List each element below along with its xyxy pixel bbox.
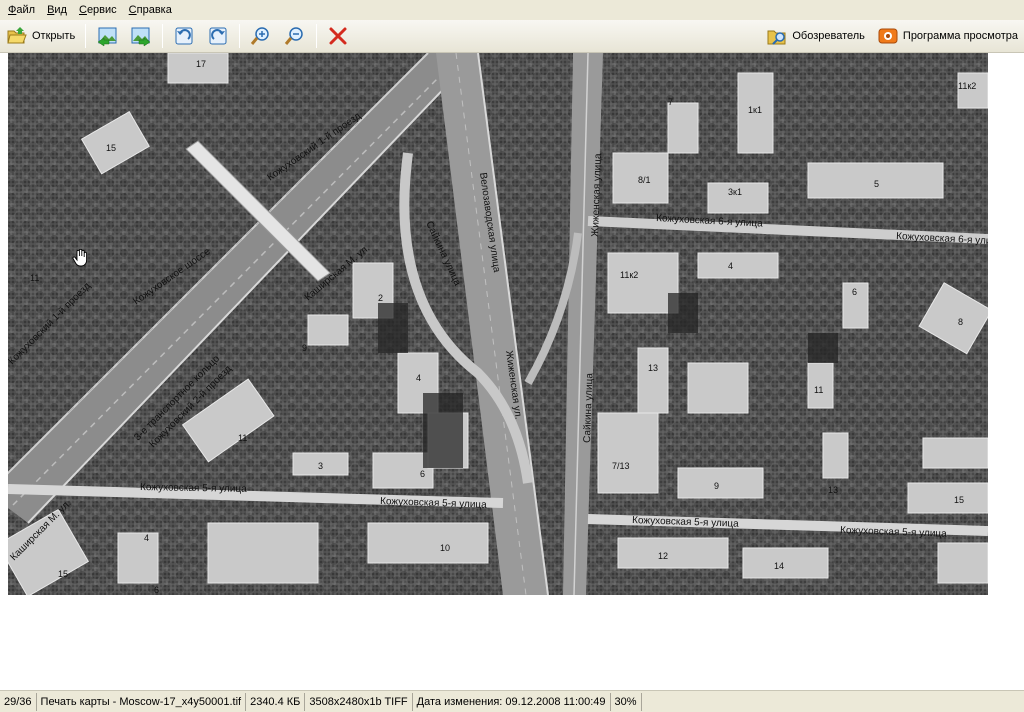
house-number: 1к1 [748, 105, 762, 115]
house-number: 3 [318, 461, 323, 471]
house-number: 7 [668, 97, 673, 107]
house-number: 11 [238, 433, 247, 443]
image-viewer[interactable]: Кожуховский 1-й проезд Кожуховское шоссе… [0, 53, 1024, 690]
house-number: 11 [814, 385, 823, 395]
house-number: 14 [774, 561, 784, 571]
zoom-in-icon [251, 27, 269, 45]
house-number: 6 [420, 469, 425, 479]
house-number: 2 [378, 293, 383, 303]
status-file-size: 2340.4 КБ [246, 692, 306, 711]
viewer-program-icon [878, 28, 898, 44]
menu-bar: Файл Вид Сервис Справка [0, 0, 1024, 20]
map-image[interactable]: Кожуховский 1-й проезд Кожуховское шоссе… [8, 53, 988, 595]
menu-view[interactable]: Вид [41, 0, 73, 20]
zoom-in-button[interactable] [246, 22, 276, 50]
house-number: 9 [714, 481, 719, 491]
menu-file[interactable]: Файл [2, 0, 41, 20]
house-number: 15 [106, 143, 116, 153]
menu-help[interactable]: Справка [123, 0, 178, 20]
open-label: Открыть [32, 30, 76, 42]
toolbar-separator [239, 24, 241, 48]
previous-image-icon [97, 27, 117, 47]
rotate-right-button[interactable] [203, 22, 233, 50]
viewer-program-button[interactable]: Программа просмотра [873, 22, 1022, 50]
delete-button[interactable] [323, 22, 353, 50]
house-number: 10 [440, 543, 450, 553]
menu-service[interactable]: Сервис [73, 0, 123, 20]
zoom-out-button[interactable] [280, 22, 310, 50]
house-number: 7/13 [612, 461, 630, 471]
status-file-name: Печать карты - Moscow-17_x4y50001.tif [37, 692, 247, 711]
rotate-left-button[interactable] [169, 22, 199, 50]
house-number: 13 [648, 363, 658, 373]
open-button[interactable]: Открыть [2, 22, 79, 50]
map-label: Кожуховская 5-я улица [140, 482, 247, 495]
previous-image-button[interactable] [92, 22, 122, 50]
house-number: 8/1 [638, 175, 651, 185]
house-number: 6 [852, 287, 857, 297]
house-number: 12 [658, 551, 668, 561]
status-modified-date: Дата изменения: 09.12.2008 11:00:49 [413, 692, 611, 711]
house-number: 9 [302, 343, 307, 353]
house-number: 11к2 [958, 81, 976, 91]
delete-icon [329, 27, 347, 45]
status-zoom-level: 30% [611, 692, 642, 711]
status-page-counter: 29/36 [0, 692, 37, 711]
toolbar-separator [162, 24, 164, 48]
hand-cursor-icon [72, 249, 88, 267]
house-number: 13 [828, 485, 838, 495]
zoom-out-icon [285, 27, 303, 45]
house-number: 3к1 [728, 187, 742, 197]
house-number: 15 [58, 569, 68, 579]
rotate-left-icon [175, 27, 193, 45]
toolbar: Открыть Обозреватель Программа просмотра [0, 20, 1024, 53]
house-number: 11к2 [620, 270, 638, 280]
house-number: 17 [196, 59, 206, 69]
house-number: 11 [30, 273, 39, 283]
satellite-map-image: Кожуховский 1-й проезд Кожуховское шоссе… [8, 53, 988, 595]
next-image-button[interactable] [126, 22, 156, 50]
toolbar-separator [316, 24, 318, 48]
status-image-format: 3508x2480x1b TIFF [305, 692, 413, 711]
next-image-icon [131, 27, 151, 47]
rotate-right-icon [209, 27, 227, 45]
house-number: 6 [154, 585, 159, 595]
viewer-program-label: Программа просмотра [902, 30, 1018, 42]
house-number: 4 [728, 261, 733, 271]
house-number: 4 [144, 533, 149, 543]
house-number: 15 [954, 495, 964, 505]
open-folder-icon [7, 27, 27, 44]
explorer-button[interactable]: Обозреватель [762, 22, 869, 50]
toolbar-separator [85, 24, 87, 48]
house-number: 8 [958, 317, 963, 327]
explorer-folder-icon [767, 30, 786, 45]
house-number: 5 [874, 179, 879, 189]
explorer-label: Обозреватель [792, 30, 865, 42]
status-bar: 29/36 Печать карты - Moscow-17_x4y50001.… [0, 690, 1024, 712]
house-number: 4 [416, 373, 421, 383]
